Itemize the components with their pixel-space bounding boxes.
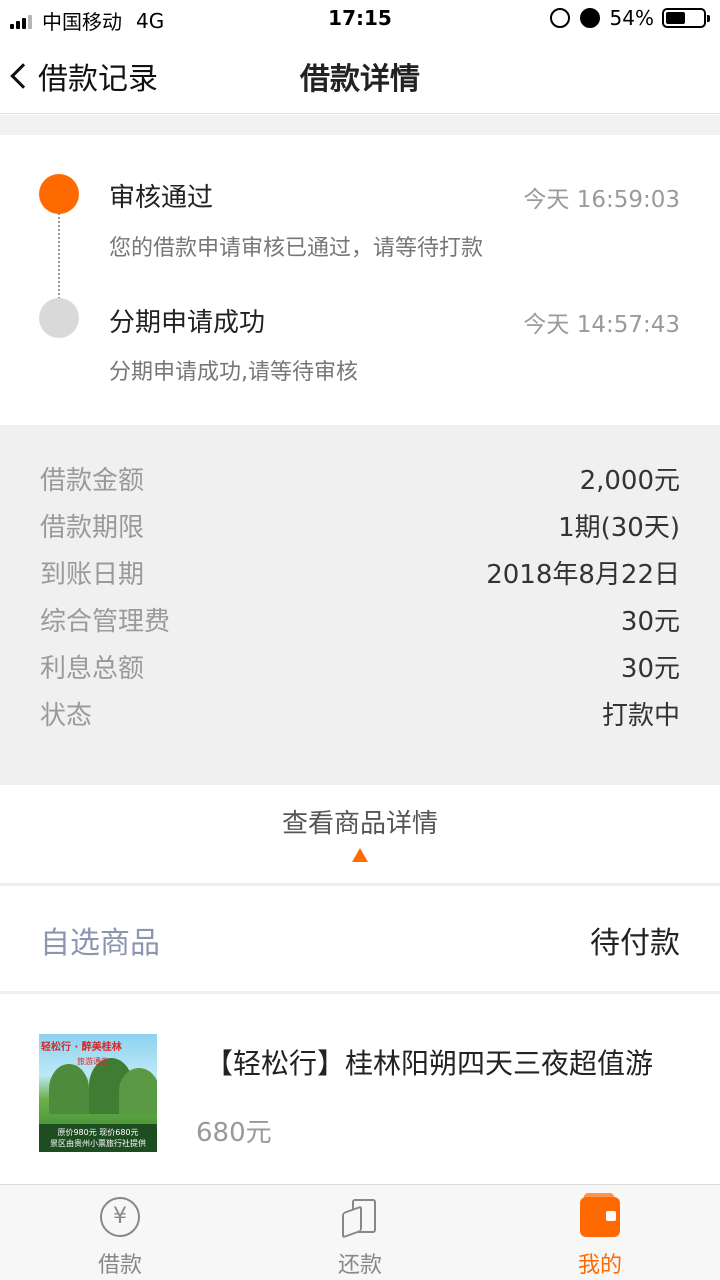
timeline-step-desc: 分期申请成功,请等待审核 — [109, 360, 358, 385]
battery-percent: 54% — [609, 6, 654, 30]
product-section-label: 自选商品 — [40, 926, 160, 961]
detail-value: 2,000元 — [579, 466, 680, 496]
status-right: 54% — [549, 6, 710, 30]
progress-timeline: 审核通过 今天 16:59:03 您的借款申请审核已通过，请等待打款 分期申请成… — [0, 135, 720, 425]
rotation-lock-icon — [549, 8, 570, 28]
triangle-up-icon — [352, 848, 368, 862]
detail-label: 利息总额 — [40, 654, 145, 684]
view-product-label: 查看商品详情 — [281, 809, 438, 839]
wallet-icon — [580, 1193, 620, 1237]
battery-icon — [662, 8, 710, 28]
product-thumbnail: 轻松行 · 醉美桂林 旅游通告 原价980元 现价680元 景区由贵州小票旅行社… — [39, 1034, 157, 1152]
tab-label: 还款 — [337, 1253, 382, 1278]
timeline-dot-active — [39, 174, 79, 214]
timeline-dot-inactive — [39, 298, 79, 338]
bottom-tab-bar: ¥ 借款 还款 我的 — [0, 1184, 720, 1280]
detail-value: 打款中 — [601, 701, 680, 731]
timeline-step-time: 今天 14:57:43 — [523, 312, 680, 338]
detail-value: 2018年8月22日 — [486, 560, 680, 590]
detail-label: 到账日期 — [40, 560, 145, 590]
tab-mine[interactable]: 我的 — [480, 1185, 720, 1280]
detail-label: 借款金额 — [40, 466, 145, 496]
product-title: 【轻松行】桂林阳朔四天三夜超值游 — [205, 1047, 654, 1080]
battery-fill — [666, 12, 686, 24]
section-divider — [0, 115, 720, 135]
detail-value: 1期(30天) — [558, 513, 680, 543]
tab-repay[interactable]: 还款 — [240, 1185, 480, 1280]
timeline-step-title: 审核通过 — [109, 183, 214, 213]
tab-label: 我的 — [577, 1253, 622, 1278]
tab-loan[interactable]: ¥ 借款 — [0, 1185, 240, 1280]
detail-row-interest: 利息总额 30元 — [0, 648, 720, 695]
thumb-price-band: 原价980元 现价680元 景区由贵州小票旅行社提供 — [39, 1124, 157, 1152]
thumb-price-line: 原价980元 现价680元 — [57, 1128, 139, 1137]
payment-status: 待付款 — [590, 926, 680, 961]
repay-cards-icon — [340, 1197, 380, 1239]
timeline-connector — [58, 213, 60, 299]
detail-label: 借款期限 — [40, 513, 145, 543]
detail-row-status: 状态 打款中 — [0, 695, 720, 742]
timeline-step-time: 今天 16:59:03 — [523, 187, 680, 213]
tab-label: 借款 — [97, 1253, 142, 1278]
detail-row-term: 借款期限 1期(30天) — [0, 507, 720, 554]
loan-details: 借款金额 2,000元 借款期限 1期(30天) 到账日期 2018年8月22日… — [0, 425, 720, 785]
thumb-footer: 景区由贵州小票旅行社提供 — [50, 1139, 146, 1148]
detail-row-arrival-date: 到账日期 2018年8月22日 — [0, 554, 720, 601]
product-price: 680元 — [196, 1118, 272, 1148]
timeline-step-desc: 您的借款申请审核已通过，请等待打款 — [109, 236, 484, 261]
page-title: 借款详情 — [300, 62, 420, 97]
product-item[interactable]: 轻松行 · 醉美桂林 旅游通告 原价980元 现价680元 景区由贵州小票旅行社… — [0, 997, 720, 1182]
product-section-header: 自选商品 待付款 — [0, 886, 720, 994]
thumb-headline: 轻松行 · 醉美桂林 — [41, 1042, 122, 1053]
yuan-coin-icon: ¥ — [100, 1197, 140, 1237]
status-bar: 中国移动 4G 17:15 54% — [0, 0, 720, 40]
detail-value: 30元 — [620, 654, 680, 684]
view-product-details-button[interactable]: 查看商品详情 — [0, 785, 720, 883]
thumb-subline: 旅游通告 — [77, 1057, 109, 1066]
nav-bar: 借款记录 借款详情 — [0, 40, 720, 114]
detail-label: 状态 — [40, 701, 93, 731]
detail-row-amount: 借款金额 2,000元 — [0, 460, 720, 507]
detail-value: 30元 — [620, 607, 680, 637]
alarm-icon — [579, 8, 600, 28]
timeline-step-title: 分期申请成功 — [109, 308, 266, 338]
detail-row-management-fee: 综合管理费 30元 — [0, 601, 720, 648]
detail-label: 综合管理费 — [40, 607, 171, 637]
